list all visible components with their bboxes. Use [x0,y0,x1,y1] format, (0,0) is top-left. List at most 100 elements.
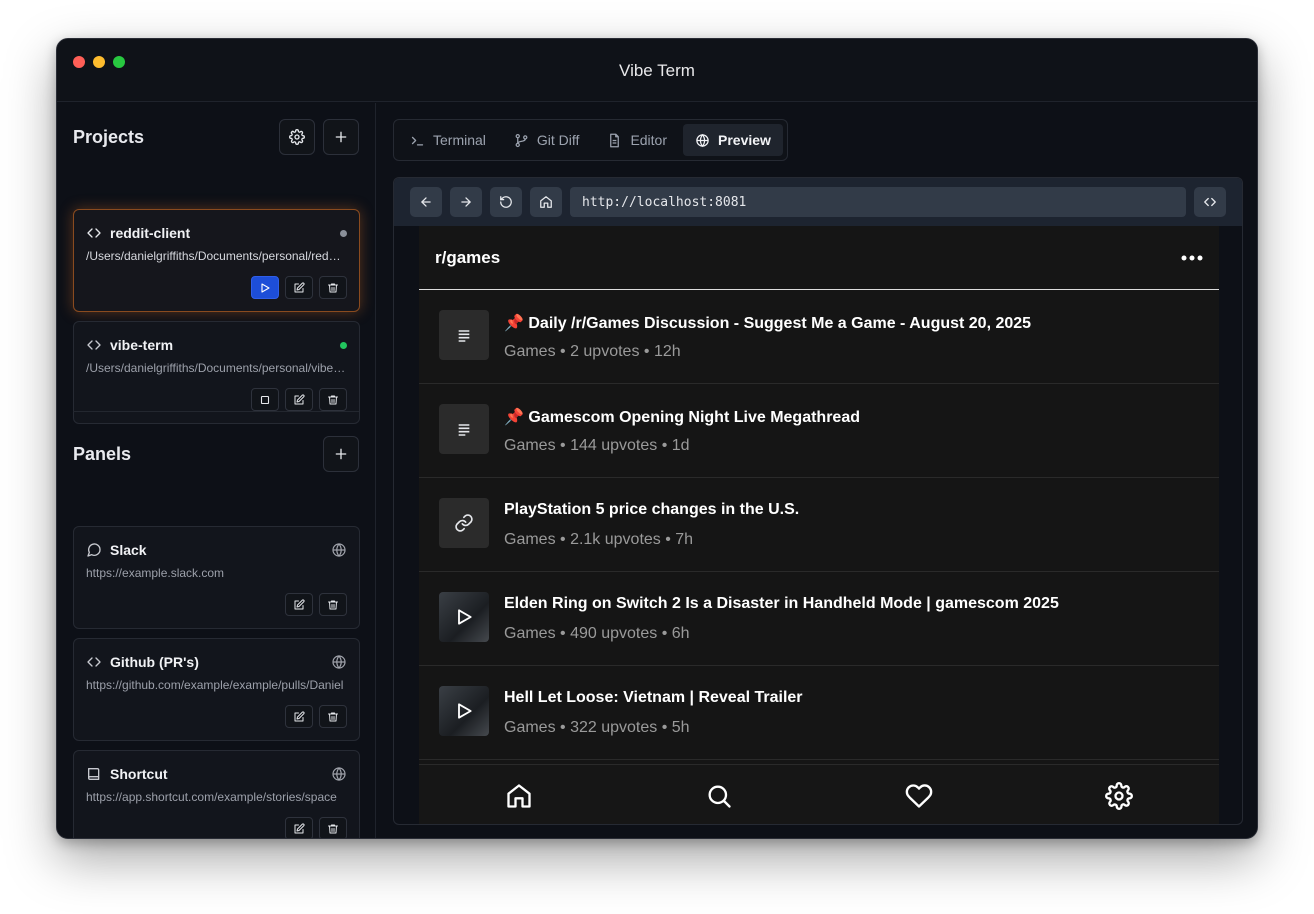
delete-project-button[interactable] [319,388,347,411]
reddit-app: r/games 📌 Daily /r/Games Discussion - Su… [419,226,1219,824]
browser-toolbar: http://localhost:8081 [394,178,1242,226]
delete-project-button[interactable] [319,276,347,299]
trash-icon [327,823,339,835]
post-title: PlayStation 5 price changes in the U.S. [504,501,800,518]
home-icon [505,782,533,810]
arrow-right-icon [459,195,473,209]
text-post-icon [456,327,472,343]
post-meta: Games • 490 upvotes • 6h [504,625,690,642]
delete-panel-button[interactable] [319,817,347,838]
project-path: /Users/danielgriffiths/Documents/persona… [86,249,347,263]
tabbar-favorites[interactable] [899,776,939,816]
edit-panel-button[interactable] [285,817,313,838]
post-meta: Games • 2.1k upvotes • 7h [504,531,694,548]
post-thumbnail [439,592,489,642]
panel-name: Github (PR's) [110,654,199,670]
panels-title: Panels [73,443,132,464]
code-icon [86,225,102,241]
back-button[interactable] [410,187,442,217]
post-title: 📌 Gamescom Opening Night Live Megathread [504,409,860,426]
globe-icon [331,766,347,782]
tab-label: Preview [718,132,771,148]
run-project-button[interactable] [251,276,279,299]
panel-url: https://example.slack.com [86,566,225,580]
post-item[interactable]: 📌 Gamescom Opening Night Live Megathread… [419,384,1219,478]
post-item[interactable]: Elden Ring on Switch 2 Is a Disaster in … [419,572,1219,666]
tab-preview[interactable]: Preview [683,124,783,156]
stop-project-button[interactable] [251,388,279,411]
more-icon[interactable] [1181,255,1203,261]
sidebar-divider [73,411,359,412]
edit-panel-button[interactable] [285,705,313,728]
devtools-button[interactable] [1194,187,1226,217]
edit-icon [293,598,305,611]
projects-title: Projects [73,126,145,147]
delete-panel-button[interactable] [319,705,347,728]
panel-card-github[interactable]: Github (PR's) https://github.com/example… [73,638,360,741]
forward-button[interactable] [450,187,482,217]
tabbar-home[interactable] [499,776,539,816]
panel-card-slack[interactable]: Slack https://example.slack.com [73,526,360,629]
tab-terminal[interactable]: Terminal [398,124,498,156]
project-card-vibe-term[interactable]: vibe-term /Users/danielgriffiths/Documen… [73,321,360,424]
edit-panel-button[interactable] [285,593,313,616]
post-title: Hell Let Loose: Vietnam | Reveal Trailer [504,689,803,706]
text-post-icon [456,421,472,437]
status-dot [340,229,347,237]
add-panel-button[interactable] [323,436,359,472]
post-title: 📌 Daily /r/Games Discussion - Suggest Me… [504,315,1032,332]
edit-icon [293,710,305,723]
panels-header: Panels [73,436,359,472]
git-branch-icon [514,133,529,148]
tab-editor[interactable]: Editor [595,124,679,156]
app-tab-bar [419,764,1219,824]
reload-button[interactable] [490,187,522,217]
panel-name: Shortcut [110,766,168,782]
window-title: Vibe Term [619,61,695,80]
app-header: r/games [419,226,1219,290]
panel-url: https://github.com/example/example/pulls… [86,678,344,692]
panel-card-shortcut[interactable]: Shortcut https://app.shortcut.com/exampl… [73,750,360,838]
post-thumbnail [439,686,489,736]
post-meta: Games • 2 upvotes • 12h [504,343,681,360]
panel-name: Slack [110,542,147,558]
code-icon [86,654,102,670]
project-card-reddit-client[interactable]: reddit-client /Users/danielgriffiths/Doc… [73,209,360,312]
project-name: reddit-client [110,225,191,241]
preview-browser: http://localhost:8081 r/games 📌 Daily /r… [393,177,1243,825]
tab-git-diff[interactable]: Git Diff [502,124,592,156]
tab-label: Git Diff [536,132,580,148]
code-icon [1203,195,1217,209]
video-play-icon [454,607,474,627]
tabbar-search[interactable] [699,776,739,816]
globe-icon [695,133,710,148]
project-settings-button[interactable] [279,119,315,155]
heart-icon [905,782,933,810]
add-project-button[interactable] [323,119,359,155]
edit-project-button[interactable] [285,276,313,299]
stop-icon [259,394,271,406]
trash-icon [327,394,339,406]
status-dot [340,341,347,349]
projects-header: Projects [73,119,359,155]
url-input[interactable]: http://localhost:8081 [570,187,1186,217]
post-item[interactable]: 📌 Daily /r/Games Discussion - Suggest Me… [419,290,1219,384]
app-window: Vibe Term Projects reddit-client /Users/… [56,38,1258,839]
delete-panel-button[interactable] [319,593,347,616]
gear-icon [289,129,305,145]
post-item[interactable]: PlayStation 5 price changes in the U.S. … [419,478,1219,572]
tabbar-settings[interactable] [1099,776,1139,816]
globe-icon [331,542,347,558]
home-button[interactable] [530,187,562,217]
title-bar: Vibe Term [57,39,1257,102]
trash-icon [327,711,339,723]
project-name: vibe-term [110,337,174,353]
edit-icon [293,822,305,835]
tab-label: Editor [630,132,668,148]
post-item[interactable]: Hell Let Loose: Vietnam | Reveal Trailer… [419,666,1219,760]
post-thumbnail [439,404,489,454]
post-thumbnail [439,498,489,548]
search-icon [705,782,733,810]
edit-project-button[interactable] [285,388,313,411]
edit-icon [293,281,305,294]
